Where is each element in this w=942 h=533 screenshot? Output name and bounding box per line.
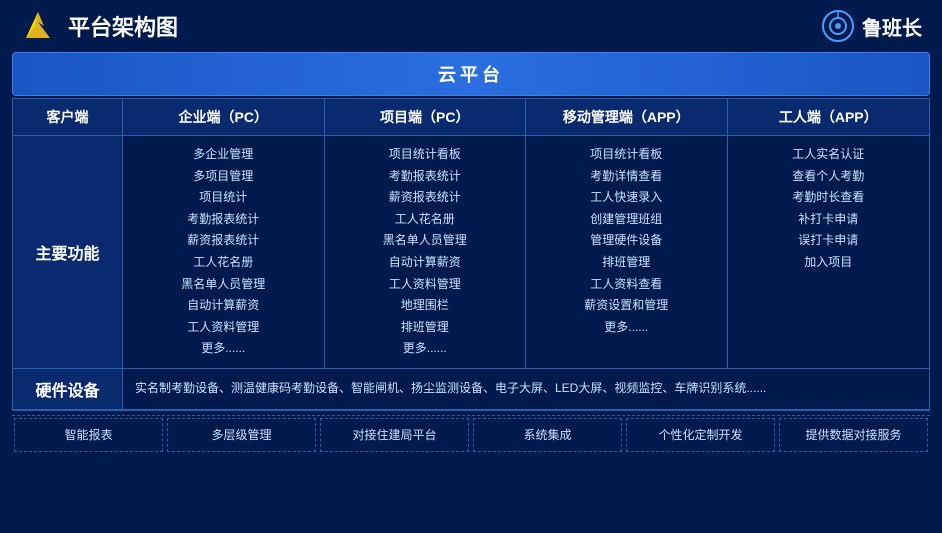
list-item: 自动计算薪资 — [333, 252, 518, 274]
list-item: 查看个人考勤 — [736, 166, 922, 188]
hardware-content-cell: 实名制考勤设备、测温健康码考勤设备、智能闸机、扬尘监测设备、电子大屏、LED大屏… — [123, 369, 929, 409]
list-item: 工人资料查看 — [534, 274, 719, 296]
logo-icon — [20, 8, 56, 44]
list-item: 工人快速录入 — [534, 187, 719, 209]
list-item: 项目统计看板 — [333, 144, 518, 166]
header-left: 平台架构图 — [20, 8, 178, 44]
list-item: 误打卡申请 — [736, 230, 922, 252]
feature-item-3: 对接住建局平台 — [320, 418, 469, 452]
col-header-enterprise: 企业端（PC） — [123, 99, 325, 135]
list-item: 黑名单人员管理 — [131, 274, 316, 296]
list-item: 排班管理 — [333, 317, 518, 339]
hardware-label-text: 硬件设备 — [35, 377, 99, 401]
brand-icon — [822, 10, 854, 42]
col-header-mobile: 移动管理端（APP） — [526, 99, 728, 135]
feature-text-4: 系统集成 — [523, 428, 571, 442]
feature-text-6: 提供数据对接服务 — [805, 428, 901, 442]
list-item: 创建管理班组 — [534, 209, 719, 231]
list-item: 薪资报表统计 — [333, 187, 518, 209]
project-features-cell: 项目统计看板 考勤报表统计 薪资报表统计 工人花名册 黑名单人员管理 自动计算薪… — [325, 136, 527, 368]
list-item: 考勤报表统计 — [131, 209, 316, 231]
architecture-table: 客户端 企业端（PC） 项目端（PC） 移动管理端（APP） 工人端（APP） … — [12, 98, 930, 411]
hardware-row: 硬件设备 实名制考勤设备、测温健康码考勤设备、智能闸机、扬尘监测设备、电子大屏、… — [13, 369, 929, 410]
list-item: 地理围栏 — [333, 295, 518, 317]
worker-features-list: 工人实名认证 查看个人考勤 考勤时长查看 补打卡申请 误打卡申请 加入项目 — [736, 144, 922, 274]
feature-item-6: 提供数据对接服务 — [779, 418, 928, 452]
list-item: 工人实名认证 — [736, 144, 922, 166]
cloud-platform-banner: 云平台 — [12, 52, 930, 96]
list-item: 考勤详情查看 — [534, 166, 719, 188]
project-features-list: 项目统计看板 考勤报表统计 薪资报表统计 工人花名册 黑名单人员管理 自动计算薪… — [333, 144, 518, 360]
bottom-features-row: 智能报表 多层级管理 对接住建局平台 系统集成 个性化定制开发 提供数据对接服务 — [12, 415, 930, 454]
col-header-worker: 工人端（APP） — [728, 99, 930, 135]
list-item: 加入项目 — [736, 252, 922, 274]
page-title: 平台架构图 — [68, 10, 178, 42]
col-header-project: 项目端（PC） — [325, 99, 527, 135]
worker-features-cell: 工人实名认证 查看个人考勤 考勤时长查看 补打卡申请 误打卡申请 加入项目 — [728, 136, 930, 368]
main-function-row: 主要功能 多企业管理 多项目管理 项目统计 考勤报表统计 薪资报表统计 工人花名… — [13, 136, 929, 369]
list-item: 薪资设置和管理 — [534, 295, 719, 317]
feature-item-4: 系统集成 — [473, 418, 622, 452]
list-item: 考勤时长查看 — [736, 187, 922, 209]
list-item: 更多...... — [131, 338, 316, 360]
list-item: 自动计算薪资 — [131, 295, 316, 317]
feature-item-2: 多层级管理 — [167, 418, 316, 452]
feature-text-3: 对接住建局平台 — [352, 428, 436, 442]
list-item: 管理硬件设备 — [534, 230, 719, 252]
list-item: 补打卡申请 — [736, 209, 922, 231]
mobile-features-cell: 项目统计看板 考勤详情查看 工人快速录入 创建管理班组 管理硬件设备 排班管理 … — [526, 136, 728, 368]
list-item: 工人资料管理 — [333, 274, 518, 296]
brand-name: 鲁班长 — [862, 12, 922, 41]
list-item: 项目统计 — [131, 187, 316, 209]
hardware-content-text: 实名制考勤设备、测温健康码考勤设备、智能闸机、扬尘监测设备、电子大屏、LED大屏… — [135, 378, 766, 400]
mobile-features-list: 项目统计看板 考勤详情查看 工人快速录入 创建管理班组 管理硬件设备 排班管理 … — [534, 144, 719, 338]
header: 平台架构图 鲁班长 — [0, 0, 942, 52]
list-item: 薪资报表统计 — [131, 230, 316, 252]
feature-text-2: 多层级管理 — [211, 428, 271, 442]
brand-logo: 鲁班长 — [822, 10, 922, 42]
enterprise-features-list: 多企业管理 多项目管理 项目统计 考勤报表统计 薪资报表统计 工人花名册 黑名单… — [131, 144, 316, 360]
main-function-label: 主要功能 — [35, 240, 99, 264]
list-item: 工人资料管理 — [131, 317, 316, 339]
col-header-client: 客户端 — [13, 99, 123, 135]
list-item: 更多...... — [333, 338, 518, 360]
list-item: 考勤报表统计 — [333, 166, 518, 188]
enterprise-features-cell: 多企业管理 多项目管理 项目统计 考勤报表统计 薪资报表统计 工人花名册 黑名单… — [123, 136, 325, 368]
list-item: 工人花名册 — [131, 252, 316, 274]
cloud-platform-label: 云平台 — [438, 65, 504, 85]
feature-item-5: 个性化定制开发 — [626, 418, 775, 452]
list-item: 多企业管理 — [131, 144, 316, 166]
list-item: 黑名单人员管理 — [333, 230, 518, 252]
column-headers-row: 客户端 企业端（PC） 项目端（PC） 移动管理端（APP） 工人端（APP） — [13, 99, 929, 136]
feature-text-5: 个性化定制开发 — [658, 428, 742, 442]
list-item: 多项目管理 — [131, 166, 316, 188]
list-item: 排班管理 — [534, 252, 719, 274]
list-item: 工人花名册 — [333, 209, 518, 231]
row-header-main-function: 主要功能 — [13, 136, 123, 368]
list-item: 项目统计看板 — [534, 144, 719, 166]
main-content: 云平台 客户端 企业端（PC） 项目端（PC） 移动管理端（APP） 工人端（A… — [0, 52, 942, 462]
list-item: 更多...... — [534, 317, 719, 339]
feature-item-1: 智能报表 — [14, 418, 163, 452]
hardware-label: 硬件设备 — [13, 369, 123, 409]
feature-text-1: 智能报表 — [64, 428, 112, 442]
